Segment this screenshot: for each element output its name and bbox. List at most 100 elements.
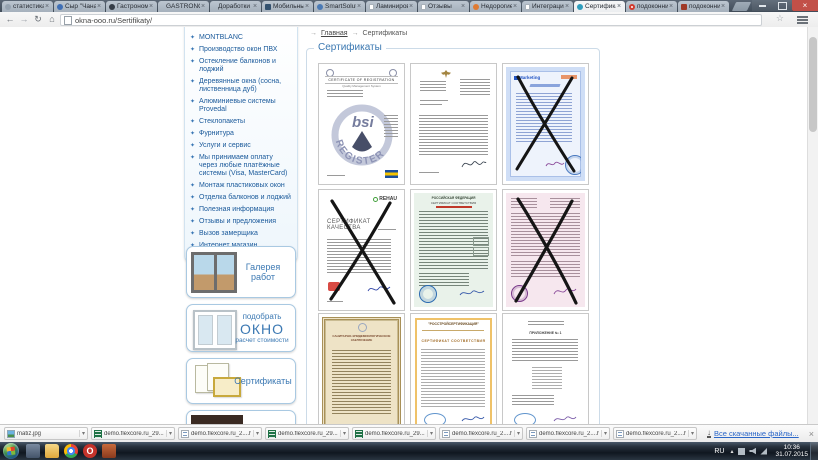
volume-icon[interactable] — [749, 448, 756, 455]
browser-tab[interactable]: Гастрономи × — [106, 1, 157, 12]
certificate-thumbnail-sanitary[interactable]: САНИТАРНО-ЭПИДЕМИОЛОГИЧЕСКОЕ ЗАКЛЮЧЕНИЕ — [318, 313, 405, 424]
taskbar-app-icon[interactable] — [102, 444, 116, 458]
download-caret-icon[interactable]: ▾ — [340, 430, 346, 437]
start-button[interactable] — [3, 443, 19, 459]
download-caret-icon[interactable]: ▾ — [601, 430, 607, 437]
back-button[interactable]: ← — [3, 12, 17, 26]
certificate-thumbnail-rosstroy[interactable]: "РОССТРОЙСЕРТИФИКАЦИЯ" СЕРТИФИКАТ СООТВЕ… — [410, 313, 497, 424]
scrollbar-thumb[interactable] — [809, 37, 817, 132]
download-caret-icon[interactable]: ▾ — [427, 430, 433, 437]
forward-button[interactable]: → — [17, 12, 31, 26]
download-item[interactable]: demo.flexcore.ru_2....html ▾ — [439, 427, 523, 440]
download-item[interactable]: demo.flexcore.ru_2....html ▾ — [178, 427, 262, 440]
download-caret-icon[interactable]: ▾ — [514, 430, 520, 437]
taskbar-app-icon[interactable] — [26, 444, 40, 458]
show-desktop-button[interactable] — [810, 442, 818, 460]
tab-close-icon[interactable]: × — [96, 4, 102, 10]
browser-tab[interactable]: GASTRONOM × — [158, 1, 209, 12]
browser-tab[interactable]: Ламинирова × — [366, 1, 417, 12]
tab-close-icon[interactable]: × — [148, 4, 154, 10]
clock[interactable]: 10:36 31.07.2015 — [775, 444, 808, 458]
download-item[interactable]: demo.flexcore.ru_29....csv ▾ — [352, 427, 436, 440]
page-scrollbar[interactable] — [807, 27, 818, 424]
folder-icon[interactable] — [45, 444, 59, 458]
gallery-promo[interactable]: Галерея работ — [186, 246, 296, 298]
tab-close-icon[interactable]: × — [356, 4, 362, 10]
download-caret-icon[interactable]: ▾ — [688, 430, 694, 437]
refresh-button[interactable]: ↻ — [31, 12, 45, 26]
download-caret-icon[interactable]: ▾ — [166, 430, 172, 437]
home-button[interactable]: ⌂ — [45, 12, 59, 26]
browser-tab[interactable]: Сыр "Чанах" × — [54, 1, 105, 12]
network-icon[interactable] — [760, 448, 767, 455]
new-tab-button[interactable] — [732, 2, 751, 11]
browser-tab[interactable]: Интеграци × — [522, 1, 573, 12]
download-item[interactable]: matiz.jpg ▾ — [4, 427, 88, 440]
download-item[interactable]: demo.flexcore.ru_29....csv ▾ — [265, 427, 349, 440]
certificate-thumbnail-annex[interactable]: ПРИЛОЖЕНИЕ № 1 — [502, 313, 589, 424]
download-item[interactable]: demo.flexcore.ru_2....html ▾ — [526, 427, 610, 440]
browser-tab[interactable]: Недорогие × — [470, 1, 521, 12]
sidebar-menu-item[interactable]: ✦ Мы принимаем оплату через любые платёж… — [190, 152, 292, 180]
tab-close-icon[interactable]: × — [720, 4, 726, 10]
show-all-downloads-link[interactable]: ↓ Все скачанные файлы... — [707, 429, 799, 438]
window-calculator-promo[interactable]: подобрать ОКНО расчет стоимости — [186, 304, 296, 352]
online-consultant-promo[interactable]: ONLINE — [186, 410, 296, 424]
browser-tab[interactable]: Мобильный × — [262, 1, 313, 12]
sidebar-menu-item[interactable]: ✦ Монтаж пластиковых окон — [190, 180, 292, 192]
sidebar-menu-item[interactable]: ✦ Деревянные окна (сосна, лиственница ду… — [190, 76, 292, 96]
address-bar[interactable]: okna-ooo.ru/Sertifikaty/ — [60, 14, 762, 26]
browser-tab[interactable]: Доработки × — [210, 1, 261, 12]
window-close-button[interactable]: × — [792, 0, 818, 11]
downloads-shelf-close-icon[interactable]: × — [809, 429, 814, 439]
sidebar-menu-item[interactable]: ✦ Услуги и сервис — [190, 140, 292, 152]
tab-close-icon[interactable]: × — [408, 4, 414, 10]
chrome-icon[interactable] — [64, 444, 78, 458]
browser-tab[interactable]: Отзывы × — [418, 1, 469, 12]
opera-icon[interactable]: O — [83, 444, 97, 458]
sidebar-menu-item[interactable]: ✦ Отзывы и предложения — [190, 216, 292, 228]
certificate-thumbnail-conformity[interactable]: РОССИЙСКАЯ ФЕДЕРАЦИЯ СЕРТИФИКАТ СООТВЕТС… — [410, 189, 497, 311]
certificate-thumbnail-marketing[interactable]: Marketing — [502, 63, 589, 185]
certificate-thumbnail-bsi[interactable]: CERTIFICATE OF REGISTRATION Quality Mana… — [318, 63, 405, 185]
bookmark-star-icon[interactable]: ☆ — [776, 13, 784, 24]
sidebar-menu-item[interactable]: ✦ Стеклопакеты — [190, 116, 292, 128]
tab-close-icon[interactable]: × — [304, 4, 310, 10]
browser-tab[interactable]: статистика × — [2, 1, 53, 12]
tab-close-icon[interactable]: × — [200, 4, 206, 10]
certificates-promo[interactable]: Сертификаты — [186, 358, 296, 404]
tab-close-icon[interactable]: × — [460, 4, 466, 10]
sidebar-menu-item[interactable]: ✦ Полезная информация — [190, 204, 292, 216]
action-center-icon[interactable] — [738, 448, 745, 455]
download-item[interactable]: demo.flexcore.ru_2....html ▾ — [613, 427, 697, 440]
breadcrumb-home-link[interactable]: Главная — [321, 30, 348, 37]
tab-close-icon[interactable]: × — [616, 4, 622, 10]
tab-close-icon[interactable]: × — [252, 4, 258, 10]
window-maximize-button[interactable] — [772, 0, 792, 11]
download-item[interactable]: demo.flexcore.ru_29....csv ▾ — [91, 427, 175, 440]
tab-close-icon[interactable]: × — [668, 4, 674, 10]
sidebar-menu-item[interactable]: ✦ MONTBLANC — [190, 32, 292, 44]
browser-tab[interactable]: SmartSoluti × — [314, 1, 365, 12]
certificate-thumbnail-letter[interactable] — [410, 63, 497, 185]
browser-menu-icon[interactable] — [797, 16, 808, 18]
browser-tab[interactable]: подоконни × — [678, 1, 729, 12]
sidebar-menu-item[interactable]: ✦ Вызов замерщика — [190, 228, 292, 240]
language-indicator[interactable]: RU — [714, 448, 724, 455]
browser-tab[interactable]: подоконни × — [626, 1, 677, 12]
sidebar-menu-item[interactable]: ✦ Отделка балконов и лоджий — [190, 192, 292, 204]
hidden-icons-icon[interactable]: ▴ — [730, 448, 733, 455]
tab-close-icon[interactable]: × — [564, 4, 570, 10]
download-caret-icon[interactable]: ▾ — [253, 430, 259, 437]
window-minimize-button[interactable] — [752, 0, 772, 11]
sidebar-menu-item[interactable]: ✦ Фурнитура — [190, 128, 292, 140]
sidebar-menu-item[interactable]: ✦ Производство окон ПВХ — [190, 44, 292, 56]
tab-close-icon[interactable]: × — [44, 4, 50, 10]
sidebar-menu-item[interactable]: ✦ Остекление балконов и лоджий — [190, 56, 292, 76]
tab-close-icon[interactable]: × — [512, 4, 518, 10]
sidebar-menu-item[interactable]: ✦ Алюминиевые системы Provedal — [190, 96, 292, 116]
download-caret-icon[interactable]: ▾ — [79, 430, 85, 437]
certificate-thumbnail-rehau[interactable]: REHAU СЕРТИФИКАТ КАЧЕСТВА — [318, 189, 405, 311]
browser-tab[interactable]: Сертификат × — [574, 1, 625, 12]
certificate-thumbnail-pink[interactable] — [502, 189, 589, 311]
